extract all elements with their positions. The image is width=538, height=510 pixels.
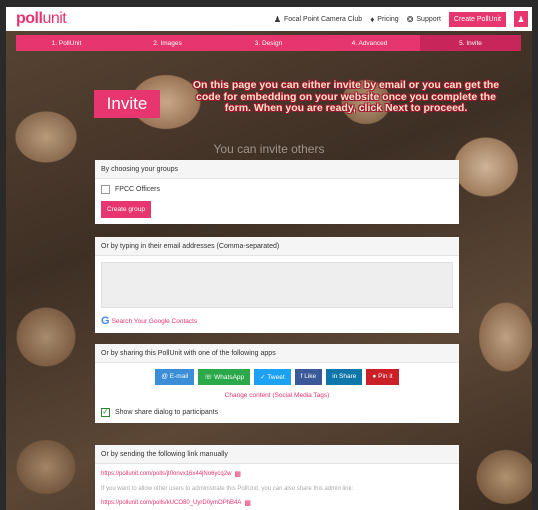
facebook-like-button[interactable]: f Like xyxy=(294,369,323,385)
linkedin-share-button[interactable]: in Share xyxy=(326,369,363,385)
account-menu[interactable]: ♟ Focal Point Camera Club xyxy=(274,15,362,24)
top-bar: pollunit ♟ Focal Point Camera Club ♦ Pri… xyxy=(6,7,532,31)
email-card: Or by typing in their email addresses (C… xyxy=(95,237,459,333)
app-frame: pollunit ♟ Focal Point Camera Club ♦ Pri… xyxy=(6,7,532,510)
tweet-button[interactable]: ✓ Tweet xyxy=(254,369,291,385)
section-subheading: You can invite others xyxy=(213,142,325,156)
support-link[interactable]: ❂ Support xyxy=(407,15,441,24)
wizard-steps: 1. PollUnit 2. Images 3. Design 4. Advan… xyxy=(16,35,521,51)
pricing-link[interactable]: ♦ Pricing xyxy=(370,15,399,24)
groups-header: By choosing your groups xyxy=(95,160,459,179)
lifebuoy-icon: ❂ xyxy=(406,14,414,24)
group-checkbox[interactable] xyxy=(101,185,110,194)
whatsapp-share-button[interactable]: ☏ WhatsApp xyxy=(198,369,251,385)
create-group-button[interactable]: Create group xyxy=(101,201,151,218)
create-pollunit-button[interactable]: Create PollUnit xyxy=(448,11,506,27)
google-icon: G xyxy=(101,315,110,327)
step-advanced[interactable]: 4. Advanced xyxy=(319,35,420,51)
instruction-notice: On this page you can either invite by em… xyxy=(192,79,500,114)
show-share-dialog-label: Show share dialog to participants xyxy=(115,409,219,416)
share-buttons: @ E-mail ☏ WhatsApp ✓ Tweet f Like in Sh… xyxy=(101,369,453,385)
page-title: Invite xyxy=(94,90,160,118)
step-pollunit[interactable]: 1. PollUnit xyxy=(16,35,117,51)
email-share-button[interactable]: @ E-mail xyxy=(155,369,195,385)
manual-link-card: Or by sending the following link manuall… xyxy=(95,445,459,510)
clipboard-icon[interactable]: ▩ xyxy=(244,499,251,507)
group-label: FPCC Officers xyxy=(115,186,160,193)
change-content-link[interactable]: Change content (Social Media Tags) xyxy=(101,392,453,399)
tag-icon: ♦ xyxy=(370,14,375,24)
email-header: Or by typing in their email addresses (C… xyxy=(95,237,459,256)
logo[interactable]: pollunit xyxy=(16,10,67,28)
pinterest-button[interactable]: ● Pin it xyxy=(366,369,399,385)
google-contacts-link[interactable]: G Search Your Google Contacts xyxy=(101,315,453,327)
account-name: Focal Point Camera Club xyxy=(283,15,363,23)
email-addresses-input[interactable] xyxy=(101,262,453,308)
apps-header: Or by sharing this PollUnit with one of … xyxy=(95,344,459,363)
groups-card: By choosing your groups FPCC Officers Cr… xyxy=(95,160,459,224)
step-images[interactable]: 2. Images xyxy=(117,35,218,51)
step-design[interactable]: 3. Design xyxy=(218,35,319,51)
support-label: Support xyxy=(416,15,441,23)
admin-link-url: https://pollunit.com/polls/kUCO80_UyrD0y… xyxy=(101,500,242,506)
top-nav: ♟ Focal Point Camera Club ♦ Pricing ❂ Su… xyxy=(274,11,528,27)
poll-link[interactable]: https://pollunit.com/polls/jt0onvx16x44j… xyxy=(101,470,453,478)
group-option[interactable]: FPCC Officers xyxy=(101,185,453,194)
show-share-dialog-option[interactable]: ✓ Show share dialog to participants xyxy=(101,408,453,417)
user-icon: ♟ xyxy=(517,14,525,24)
google-contacts-label: Search Your Google Contacts xyxy=(111,317,198,325)
step-invite[interactable]: 5. Invite xyxy=(420,35,521,51)
poll-link-url: https://pollunit.com/polls/jt0onvx16x44j… xyxy=(101,471,232,477)
show-share-dialog-checkbox[interactable]: ✓ xyxy=(101,408,110,417)
pricing-label: Pricing xyxy=(377,15,399,23)
apps-card: Or by sharing this PollUnit with one of … xyxy=(95,344,459,423)
manual-link-header: Or by sending the following link manuall… xyxy=(95,445,459,464)
user-menu-button[interactable]: ♟ xyxy=(514,11,528,27)
admin-note: If you want to allow other users to admi… xyxy=(101,486,354,492)
user-icon: ♟ xyxy=(273,14,281,24)
clipboard-icon[interactable]: ▩ xyxy=(234,470,241,478)
admin-link[interactable]: https://pollunit.com/polls/kUCO80_UyrD0y… xyxy=(101,499,453,507)
